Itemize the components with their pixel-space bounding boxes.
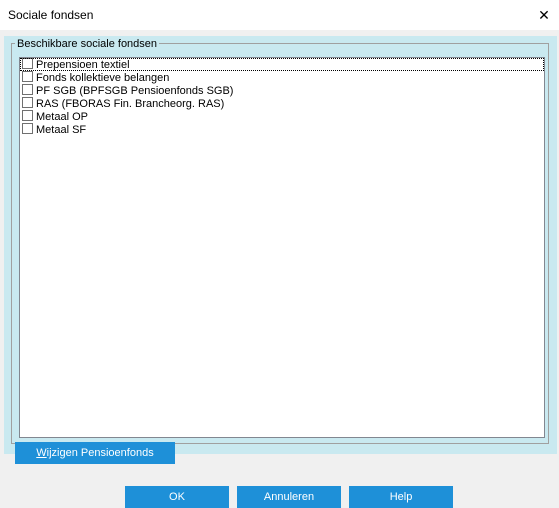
- list-item-label: Prepensioen textiel: [36, 59, 130, 71]
- list-item-label: RAS (FBORAS Fin. Brancheorg. RAS): [36, 98, 225, 110]
- checkbox[interactable]: [22, 84, 33, 95]
- dialog-client-area: Beschikbare sociale fondsen Prepensioen …: [0, 30, 559, 504]
- help-button[interactable]: Help: [349, 486, 453, 508]
- groupbox-label: Beschikbare sociale fondsen: [15, 38, 160, 50]
- title-bar: Sociale fondsen ✕: [0, 0, 559, 30]
- list-item-label: Fonds kollektieve belangen: [36, 72, 170, 84]
- list-item[interactable]: Prepensioen textiel: [20, 58, 544, 71]
- list-item[interactable]: PF SGB (BPFSGB Pensioenfonds SGB): [20, 84, 544, 97]
- checkbox[interactable]: [22, 71, 33, 82]
- close-icon[interactable]: ✕: [529, 0, 559, 30]
- list-item[interactable]: Metaal SF: [20, 123, 544, 136]
- button-label: ijzigen Pensioenfonds: [46, 447, 154, 459]
- list-item-label: PF SGB (BPFSGB Pensioenfonds SGB): [36, 85, 234, 97]
- funds-checklist[interactable]: Prepensioen textiel Fonds kollektieve be…: [19, 57, 545, 438]
- wijzigen-pensioenfonds-button[interactable]: Wijzigen Pensioenfonds: [15, 442, 175, 464]
- checkbox[interactable]: [22, 110, 33, 121]
- groupbox-available-funds: Beschikbare sociale fondsen Prepensioen …: [11, 38, 549, 444]
- window-title: Sociale fondsen: [8, 8, 94, 22]
- checkbox[interactable]: [22, 58, 33, 69]
- button-mnemonic: W: [36, 447, 47, 459]
- list-item[interactable]: RAS (FBORAS Fin. Brancheorg. RAS): [20, 97, 544, 110]
- list-item[interactable]: Fonds kollektieve belangen: [20, 71, 544, 84]
- list-item-label: Metaal OP: [36, 111, 88, 123]
- checkbox[interactable]: [22, 97, 33, 108]
- ok-button[interactable]: OK: [125, 486, 229, 508]
- main-panel: Beschikbare sociale fondsen Prepensioen …: [4, 36, 557, 454]
- cancel-button[interactable]: Annuleren: [237, 486, 341, 508]
- list-item[interactable]: Metaal OP: [20, 110, 544, 123]
- checkbox[interactable]: [22, 123, 33, 134]
- list-item-label: Metaal SF: [36, 124, 87, 136]
